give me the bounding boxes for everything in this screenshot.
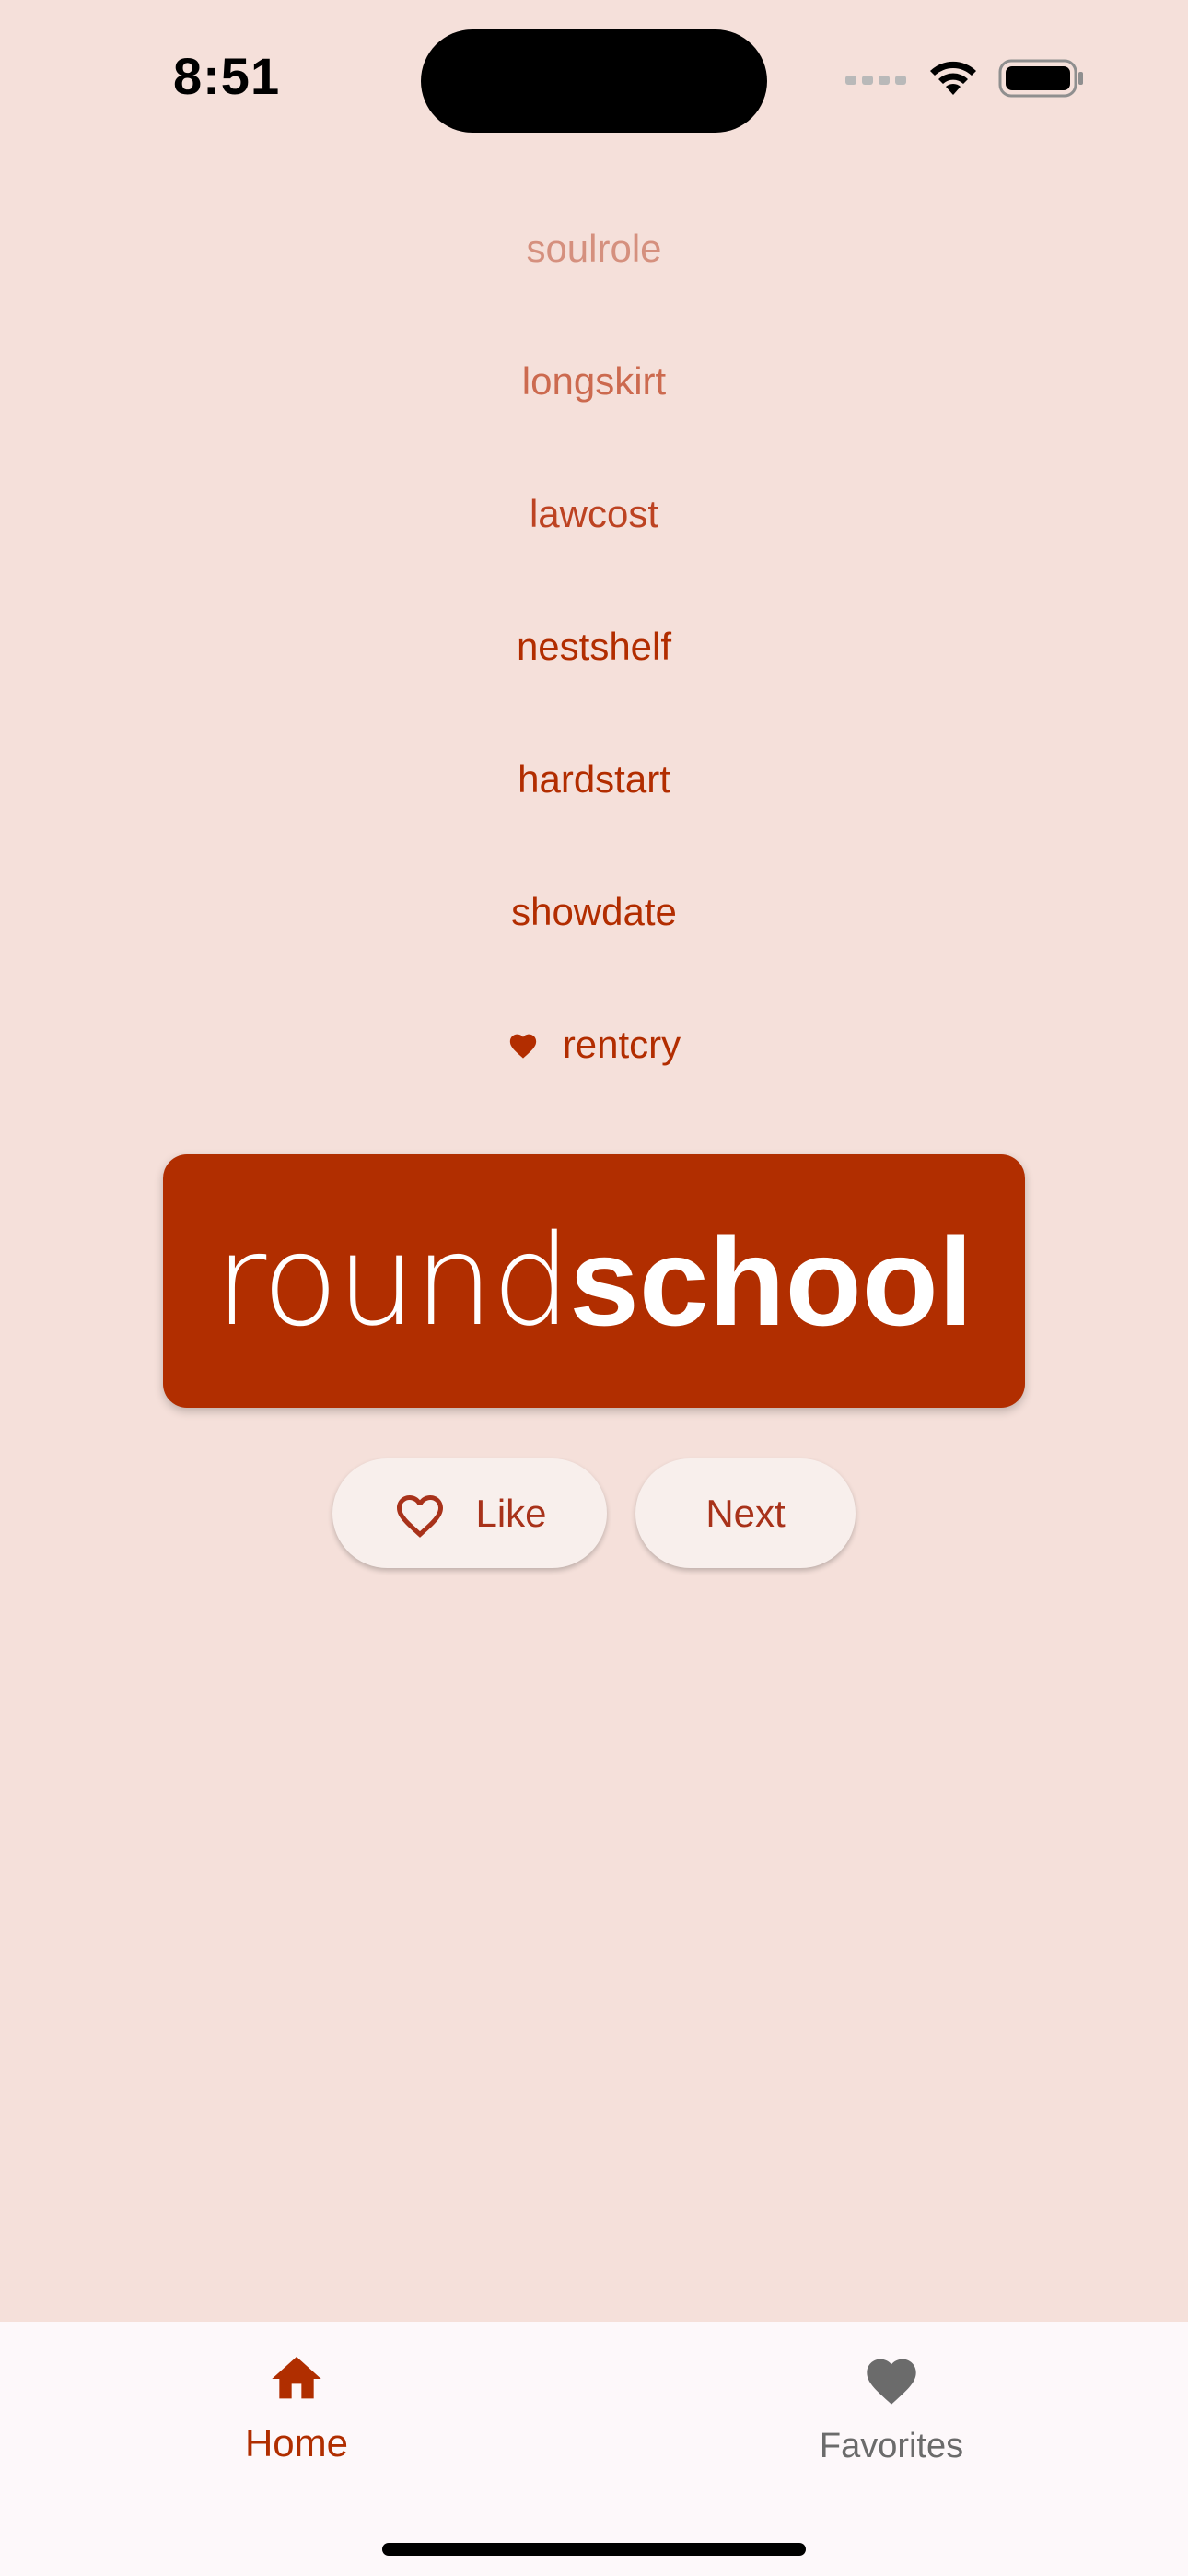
heart-outline-icon	[397, 1494, 444, 1538]
nav-label-home: Home	[244, 2421, 349, 2465]
history-item[interactable]: showdate	[0, 875, 1188, 949]
status-icons	[845, 55, 1085, 101]
heart-icon	[509, 1034, 536, 1059]
history-item[interactable]: lawcost	[0, 477, 1188, 551]
history-word: lawcost	[529, 492, 659, 535]
history-word: nestshelf	[516, 625, 672, 668]
dynamic-island	[421, 29, 767, 133]
next-button[interactable]: Next	[635, 1458, 856, 1568]
history-item[interactable]: nestshelf	[0, 610, 1188, 684]
cellular-icon	[845, 76, 906, 85]
history-item[interactable]: hardstart	[0, 743, 1188, 816]
home-indicator[interactable]	[382, 2543, 806, 2556]
home-icon	[272, 2357, 321, 2399]
word-pair-first: round	[215, 1208, 571, 1354]
word-pair-card: round school	[163, 1154, 1025, 1408]
history-word: soulrole	[526, 227, 662, 270]
wifi-icon	[930, 61, 976, 95]
history-item[interactable]: longskirt	[0, 345, 1188, 418]
bottom-nav: Home Favorites	[0, 2322, 1188, 2576]
like-button[interactable]: Like	[332, 1458, 607, 1568]
history-item-favorite[interactable]: rentcry	[0, 1008, 1188, 1082]
nav-item-favorites[interactable]: Favorites	[707, 2349, 1076, 2466]
history-word: longskirt	[521, 359, 667, 403]
history-item[interactable]: soulrole	[0, 212, 1188, 286]
heart-icon	[867, 2359, 916, 2405]
status-bar: 8:51	[0, 0, 1188, 157]
word-pair-second: school	[569, 1211, 973, 1352]
history-word: showdate	[511, 890, 677, 933]
next-button-label: Next	[705, 1491, 786, 1535]
status-time: 8:51	[173, 47, 281, 105]
like-button-label: Like	[475, 1491, 547, 1535]
battery-icon	[998, 59, 1083, 98]
nav-label-favorites: Favorites	[819, 2427, 964, 2465]
history-word: rentcry	[562, 1023, 681, 1066]
history-word: hardstart	[518, 757, 670, 801]
nav-item-home[interactable]: Home	[112, 2349, 481, 2465]
